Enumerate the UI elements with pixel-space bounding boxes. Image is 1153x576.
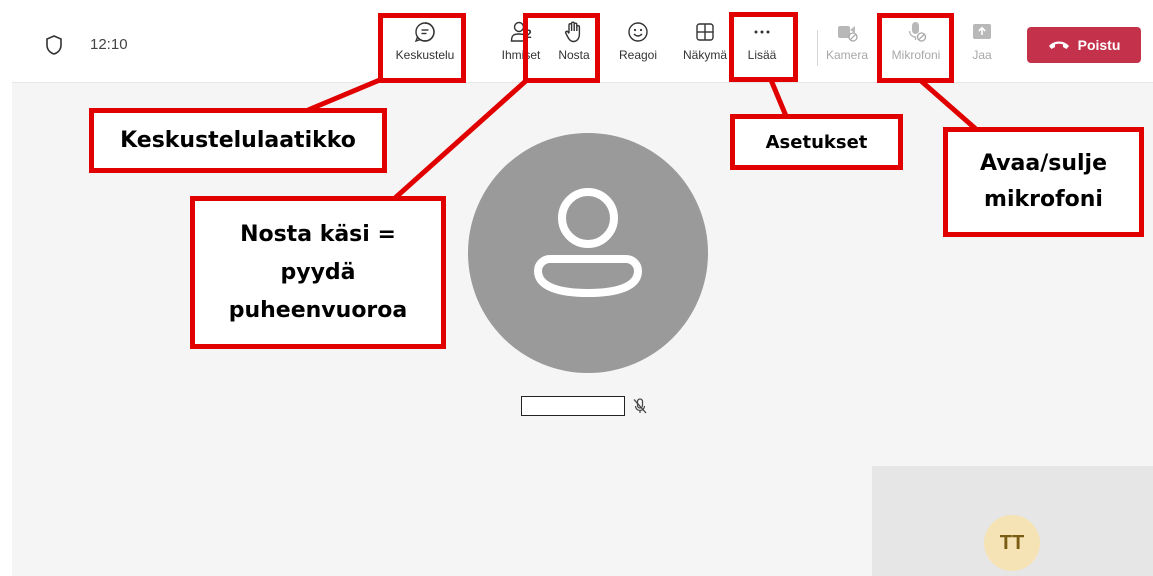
raise-hand-callout-line1: Nosta käsi = — [240, 221, 396, 247]
more-callout-text: Asetukset — [765, 131, 868, 153]
raise-hand-callout: Nosta käsi = pyydä puheenvuoroa — [190, 196, 446, 349]
microphone-connector — [918, 78, 979, 132]
chat-callout-text: Keskustelulaatikko — [120, 128, 356, 153]
more-connector — [768, 79, 789, 117]
microphone-callout-line1: Avaa/sulje — [979, 151, 1108, 176]
raise-hand-connector — [393, 77, 530, 200]
more-callout: Asetukset — [730, 114, 903, 170]
callout-connectors — [307, 76, 979, 200]
microphone-callout-line2: mikrofoni — [984, 187, 1103, 212]
microphone-callout: Avaa/sulje mikrofoni — [943, 127, 1144, 237]
chat-callout: Keskustelulaatikko — [89, 108, 387, 173]
raise-hand-callout-line3: puheenvuoroa — [228, 297, 408, 323]
raise-hand-callout-line2: pyydä — [280, 259, 356, 285]
chat-connector — [307, 76, 383, 113]
